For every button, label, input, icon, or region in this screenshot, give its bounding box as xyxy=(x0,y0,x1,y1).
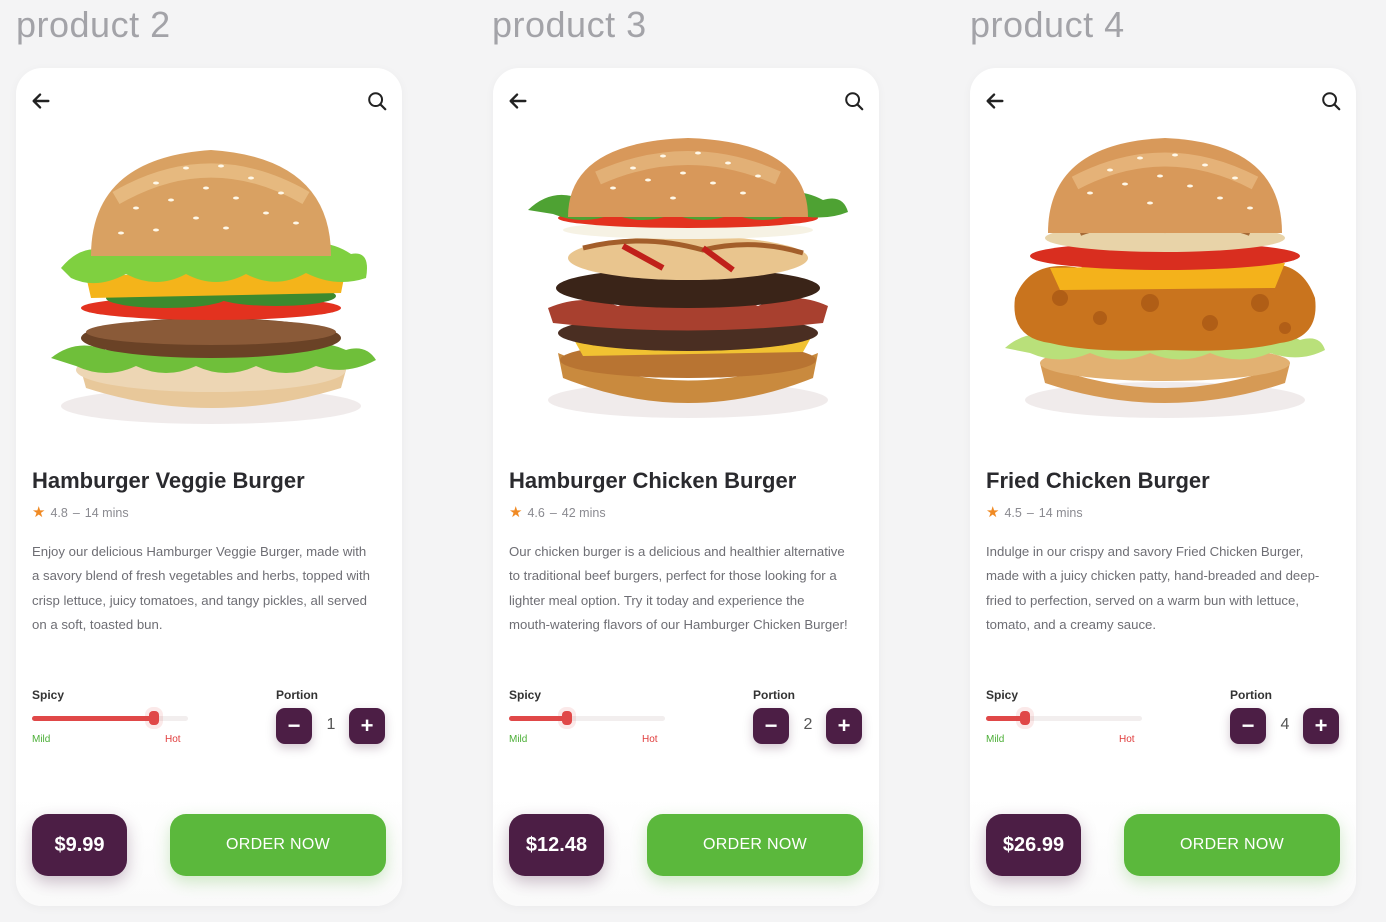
product-meta: ★ 4.5 – 14 mins xyxy=(986,505,1083,520)
portion-decrement-button[interactable]: − xyxy=(276,708,312,744)
price-button[interactable]: $26.99 xyxy=(986,814,1081,876)
column-label-product-3: product 3 xyxy=(492,4,647,45)
price-button[interactable]: $9.99 xyxy=(32,814,127,876)
meta-separator: – xyxy=(1026,505,1034,520)
portion-label: Portion xyxy=(276,688,318,702)
burger-image xyxy=(46,138,376,438)
column-label-product-2: product 2 xyxy=(16,4,171,45)
minus-icon: − xyxy=(287,713,301,738)
search-icon[interactable] xyxy=(366,90,388,112)
portion-increment-button[interactable]: + xyxy=(1303,708,1339,744)
rating-value: 4.8 xyxy=(50,505,68,520)
product-card: Hamburger Chicken Burger ★ 4.6 – 42 mins… xyxy=(493,68,879,906)
product-title: Fried Chicken Burger xyxy=(986,468,1210,493)
product-description: Our chicken burger is a delicious and he… xyxy=(509,544,848,633)
mild-label: Mild xyxy=(986,734,1005,745)
spicy-label: Spicy xyxy=(509,688,542,702)
order-now-button[interactable]: ORDER NOW xyxy=(647,814,863,876)
hot-label: Hot xyxy=(642,734,658,745)
product-meta: ★ 4.6 – 42 mins xyxy=(509,505,606,520)
spicy-slider-thumb[interactable] xyxy=(148,711,159,725)
mild-label: Mild xyxy=(32,734,51,745)
product-title: Hamburger Veggie Burger xyxy=(32,468,305,493)
product-card: Hamburger Veggie Burger ★ 4.8 – 14 mins … xyxy=(16,68,402,906)
order-now-button[interactable]: ORDER NOW xyxy=(170,814,386,876)
spicy-slider[interactable] xyxy=(509,711,665,725)
plus-icon: + xyxy=(360,713,374,738)
portion-label: Portion xyxy=(753,688,795,702)
spicy-slider-thumb[interactable] xyxy=(561,711,572,725)
burger-image xyxy=(1000,138,1330,438)
prep-time: 14 mins xyxy=(1038,505,1083,520)
order-now-button[interactable]: ORDER NOW xyxy=(1124,814,1340,876)
spicy-slider-thumb[interactable] xyxy=(1020,711,1030,725)
minus-icon: − xyxy=(764,713,778,738)
prep-time: 42 mins xyxy=(561,505,606,520)
arrow-left-icon[interactable] xyxy=(507,90,529,112)
portion-value: 4 xyxy=(1280,716,1290,733)
spicy-label: Spicy xyxy=(32,688,65,702)
portion-decrement-button[interactable]: − xyxy=(753,708,789,744)
spicy-slider[interactable] xyxy=(32,711,188,725)
portion-increment-button[interactable]: + xyxy=(349,708,385,744)
meta-separator: – xyxy=(72,505,80,520)
star-icon: ★ xyxy=(509,504,523,521)
product-meta: ★ 4.8 – 14 mins xyxy=(32,505,129,520)
hot-label: Hot xyxy=(165,734,181,745)
column-label-product-4: product 4 xyxy=(970,4,1125,45)
prep-time: 14 mins xyxy=(84,505,129,520)
price-button[interactable]: $12.48 xyxy=(509,814,604,876)
plus-icon: + xyxy=(837,713,851,738)
rating-value: 4.6 xyxy=(527,505,545,520)
minus-icon: − xyxy=(1241,713,1255,738)
product-description: Indulge in our crispy and savory Fried C… xyxy=(986,544,1320,633)
portion-increment-button[interactable]: + xyxy=(826,708,862,744)
product-card: Fried Chicken Burger ★ 4.5 – 14 mins Ind… xyxy=(970,68,1356,906)
plus-icon: + xyxy=(1314,713,1328,738)
spicy-slider-fill xyxy=(509,716,567,721)
portion-decrement-button[interactable]: − xyxy=(1230,708,1266,744)
spicy-slider-fill xyxy=(32,716,154,721)
spicy-label: Spicy xyxy=(986,688,1019,702)
star-icon: ★ xyxy=(986,504,1000,521)
arrow-left-icon[interactable] xyxy=(984,90,1006,112)
spicy-slider[interactable] xyxy=(986,711,1142,725)
product-title: Hamburger Chicken Burger xyxy=(509,468,797,493)
portion-label: Portion xyxy=(1230,688,1272,702)
portion-value: 2 xyxy=(803,716,813,733)
portion-value: 1 xyxy=(326,716,336,733)
product-description: Enjoy our delicious Hamburger Veggie Bur… xyxy=(32,544,370,633)
rating-value: 4.5 xyxy=(1004,505,1022,520)
meta-separator: – xyxy=(549,505,557,520)
burger-image xyxy=(523,138,853,438)
star-icon: ★ xyxy=(32,504,46,521)
search-icon[interactable] xyxy=(843,90,865,112)
search-icon[interactable] xyxy=(1320,90,1342,112)
hot-label: Hot xyxy=(1119,734,1135,745)
mild-label: Mild xyxy=(509,734,528,745)
arrow-left-icon[interactable] xyxy=(30,90,52,112)
